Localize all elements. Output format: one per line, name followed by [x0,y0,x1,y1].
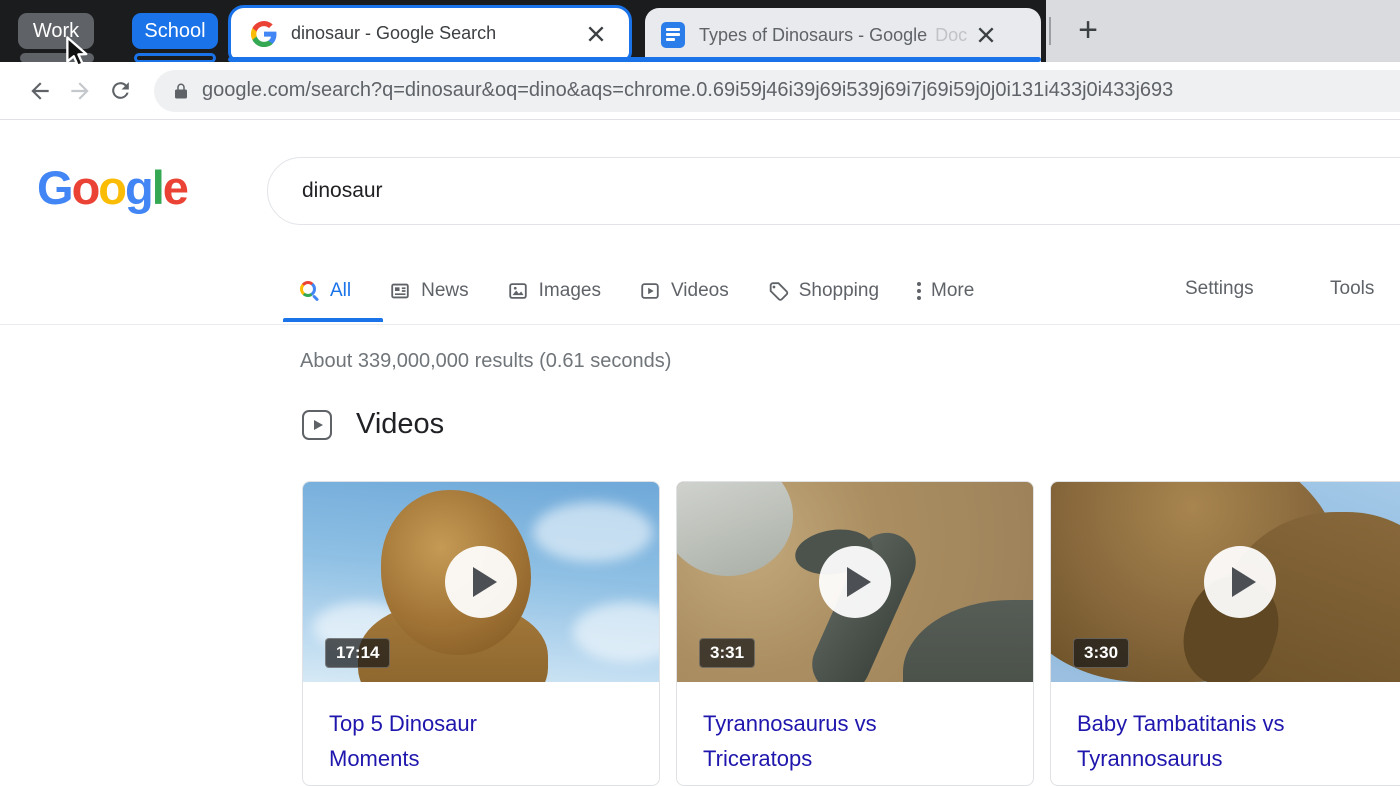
video-duration-badge: 3:31 [699,638,755,668]
video-title-text: Tyrannosaurus vs Triceratops [703,706,921,776]
video-card[interactable]: 3:31 Tyrannosaurus vs Triceratops [676,481,1034,786]
results-nav: All News Images [283,268,974,314]
new-tab-button[interactable]: + [1066,8,1110,52]
logo-letter: o [98,160,125,215]
google-docs-icon [661,22,685,48]
screen: Work School dinosaur - Google Search Typ… [0,0,1400,786]
logo-letter: g [125,160,152,215]
nav-label: Shopping [799,280,879,302]
logo-letter: e [163,160,187,215]
nav-label: Videos [671,280,729,302]
tab-strip: Work School dinosaur - Google Search Typ… [0,0,1400,62]
tab-group-chip-school[interactable]: School [132,13,218,49]
nav-label: News [421,280,469,302]
search-results-page: Google dinosaur All News [0,120,1400,786]
play-button-icon[interactable] [819,546,891,618]
news-icon [389,280,411,302]
videos-icon [639,280,661,302]
address-bar[interactable]: google.com/search?q=dinosaur&oq=dino&aqs… [154,70,1400,112]
play-button-icon[interactable] [1204,546,1276,618]
video-duration-badge: 3:30 [1073,638,1129,668]
tab-title: dinosaur - Google Search [291,23,583,44]
google-logo[interactable]: Google [37,160,187,215]
nav-tab-all[interactable]: All [300,280,351,302]
nav-tab-images[interactable]: Images [507,280,601,302]
video-title-text: Baby Tambatitanis vs Tyrannosaurus [1077,706,1295,776]
reload-button[interactable] [100,71,140,111]
forward-button[interactable] [60,71,100,111]
logo-letter: G [37,160,72,215]
video-cards-row: 17:14 Top 5 Dinosaur Moments 3:31 Tyrann… [302,481,1400,786]
tab-group-school-label: School [144,20,205,43]
browser-toolbar: google.com/search?q=dinosaur&oq=dino&aqs… [0,62,1400,120]
url-text: google.com/search?q=dinosaur&oq=dino&aqs… [202,79,1173,102]
nav-tab-shopping[interactable]: Shopping [767,280,879,302]
video-title-link[interactable]: Tyrannosaurus vs Triceratops [677,682,947,776]
google-g-icon [251,21,277,47]
video-card[interactable]: 3:30 Baby Tambatitanis vs Tyrannosaurus [1050,481,1400,786]
video-duration-badge: 17:14 [325,638,390,668]
video-thumbnail[interactable]: 3:31 [677,482,1033,682]
tab-dinosaur-search[interactable]: dinosaur - Google Search [228,5,632,62]
video-title-text: Top 5 Dinosaur Moments [329,706,547,776]
tab-types-of-dinosaurs[interactable]: Types of Dinosaurs - Google Doc [645,8,1041,62]
tools-link[interactable]: Tools [1330,278,1374,300]
videos-section-title: Videos [356,408,444,441]
video-thumbnail[interactable]: 3:30 [1051,482,1400,682]
video-title-link[interactable]: Top 5 Dinosaur Moments [303,682,573,776]
nav-label: More [931,280,974,302]
tab-title-overflow: Doc [935,25,967,46]
nav-label: All [330,280,351,302]
settings-link[interactable]: Settings [1185,278,1254,300]
active-tab-underline [283,318,383,322]
search-icon [300,281,320,301]
back-button[interactable] [20,71,60,111]
nav-tab-videos[interactable]: Videos [639,280,729,302]
logo-letter: o [72,160,99,215]
video-title-link[interactable]: Baby Tambatitanis vs Tyrannosaurus [1051,682,1321,776]
logo-letter: l [152,160,163,215]
shopping-tag-icon [767,280,789,302]
play-button-icon[interactable] [445,546,517,618]
divider [0,324,1400,325]
tab-title: Types of Dinosaurs - Google [699,25,927,46]
close-tab-icon[interactable] [583,21,609,47]
videos-section-header: Videos [302,408,444,441]
lock-icon [172,81,190,101]
images-icon [507,280,529,302]
mouse-cursor [64,36,94,68]
video-card[interactable]: 17:14 Top 5 Dinosaur Moments [302,481,660,786]
video-section-icon [302,410,332,440]
nav-label: Images [539,280,601,302]
nav-tab-more[interactable]: More [917,280,974,302]
results-stats: About 339,000,000 results (0.61 seconds) [300,350,671,373]
tab-separator [1049,17,1051,45]
more-dots-icon [917,282,921,300]
close-tab-icon[interactable] [973,22,999,48]
search-input[interactable]: dinosaur [267,157,1400,225]
video-thumbnail[interactable]: 17:14 [303,482,659,682]
nav-tab-news[interactable]: News [389,280,469,302]
search-query-text: dinosaur [302,179,383,203]
